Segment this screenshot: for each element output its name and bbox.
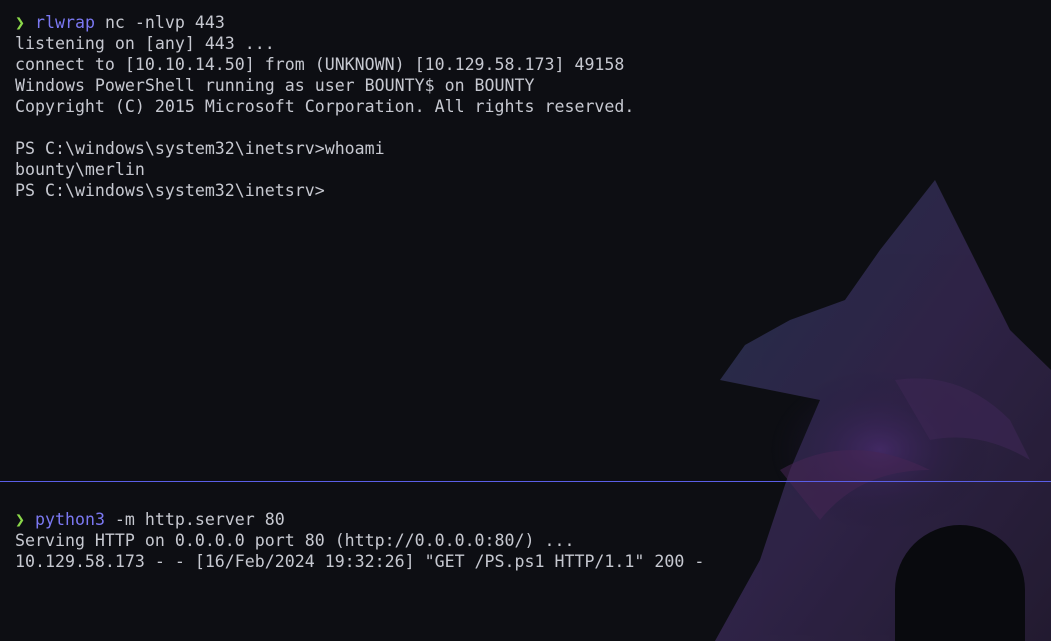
output-line: PS C:\windows\system32\inetsrv> xyxy=(15,181,325,200)
output-line: Serving HTTP on 0.0.0.0 port 80 (http://… xyxy=(15,531,575,550)
command-name: rlwrap xyxy=(35,13,95,32)
output-line: Windows PowerShell running as user BOUNT… xyxy=(15,76,535,95)
pane-divider[interactable] xyxy=(0,481,1051,482)
command-line: ❯ rlwrap nc -nlvp 443 xyxy=(0,12,1051,33)
output-line: listening on [any] 443 ... xyxy=(15,34,275,53)
bottom-terminal-pane[interactable]: ❯ python3 -m http.server 80 Serving HTTP… xyxy=(0,509,1051,641)
output-line: bounty\merlin xyxy=(15,160,145,179)
top-terminal-pane[interactable]: ❯ rlwrap nc -nlvp 443 listening on [any]… xyxy=(0,12,1051,480)
command-args: -m http.server 80 xyxy=(104,510,285,529)
output-line: Copyright (C) 2015 Microsoft Corporation… xyxy=(15,97,635,116)
command-line: ❯ python3 -m http.server 80 xyxy=(0,509,1051,530)
output-line: 10.129.58.173 - - [16/Feb/2024 19:32:26]… xyxy=(15,552,705,571)
command-args: nc -nlvp 443 xyxy=(94,13,225,32)
output-line: PS C:\windows\system32\inetsrv>whoami xyxy=(15,139,385,158)
output-line: connect to [10.10.14.50] from (UNKNOWN) … xyxy=(15,55,625,74)
terminal-window: ❯ rlwrap nc -nlvp 443 listening on [any]… xyxy=(0,0,1051,641)
prompt-arrow-icon: ❯ xyxy=(15,13,25,32)
prompt-arrow-icon: ❯ xyxy=(15,510,25,529)
command-name: python3 xyxy=(35,510,105,529)
